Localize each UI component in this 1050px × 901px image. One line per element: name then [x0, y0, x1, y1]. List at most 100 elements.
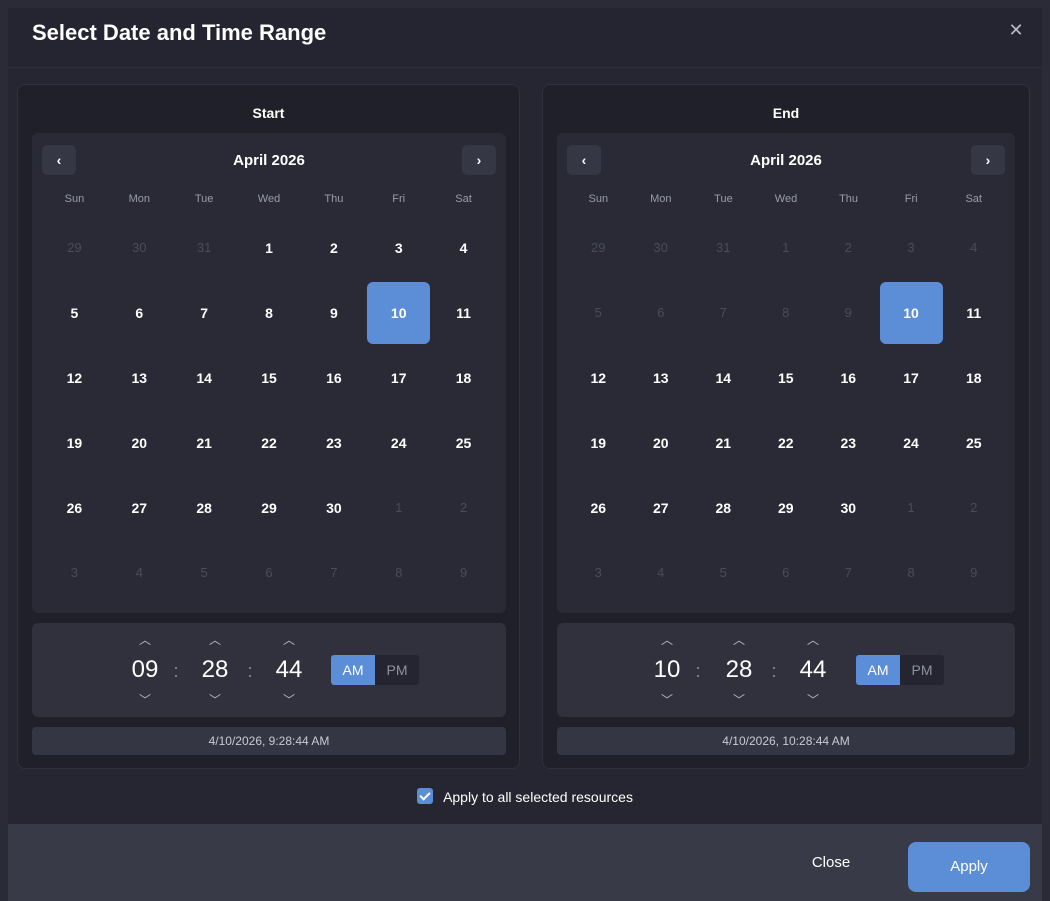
- calendar-day[interactable]: 8: [880, 540, 943, 605]
- calendar-day[interactable]: 27: [107, 475, 172, 540]
- chevron-down-icon[interactable]: ﹀: [647, 691, 687, 709]
- calendar-day[interactable]: 4: [630, 540, 693, 605]
- end-pm-button[interactable]: PM: [900, 655, 944, 685]
- close-button[interactable]: Close: [786, 848, 876, 878]
- chevron-down-icon[interactable]: ﹀: [793, 691, 833, 709]
- calendar-day[interactable]: 5: [567, 280, 630, 345]
- calendar-day[interactable]: 18: [943, 345, 1006, 410]
- calendar-day[interactable]: 19: [567, 410, 630, 475]
- calendar-day[interactable]: 16: [301, 345, 366, 410]
- calendar-day[interactable]: 25: [431, 410, 496, 475]
- calendar-day[interactable]: 29: [237, 475, 302, 540]
- start-selected-day[interactable]: 10: [366, 280, 431, 345]
- calendar-day[interactable]: 30: [630, 215, 693, 280]
- calendar-day[interactable]: 26: [567, 475, 630, 540]
- end-minute-value[interactable]: 28: [719, 649, 759, 691]
- calendar-day[interactable]: 11: [943, 280, 1006, 345]
- calendar-day[interactable]: 29: [567, 215, 630, 280]
- calendar-day[interactable]: 17: [880, 345, 943, 410]
- calendar-day[interactable]: 25: [943, 410, 1006, 475]
- calendar-day[interactable]: 6: [630, 280, 693, 345]
- calendar-day[interactable]: 18: [431, 345, 496, 410]
- calendar-day[interactable]: 5: [172, 540, 237, 605]
- start-second-value[interactable]: 44: [269, 649, 309, 691]
- start-pm-button[interactable]: PM: [375, 655, 419, 685]
- end-next-month-button[interactable]: ›: [971, 145, 1005, 175]
- calendar-day[interactable]: 15: [755, 345, 818, 410]
- calendar-day[interactable]: 19: [42, 410, 107, 475]
- calendar-day[interactable]: 23: [301, 410, 366, 475]
- calendar-day[interactable]: 30: [107, 215, 172, 280]
- start-minute-value[interactable]: 28: [195, 649, 235, 691]
- chevron-up-icon[interactable]: ︿: [647, 631, 687, 649]
- calendar-day[interactable]: 29: [42, 215, 107, 280]
- chevron-up-icon[interactable]: ︿: [269, 631, 309, 649]
- chevron-down-icon[interactable]: ﹀: [719, 691, 759, 709]
- end-second-value[interactable]: 44: [793, 649, 833, 691]
- calendar-day[interactable]: 12: [567, 345, 630, 410]
- chevron-up-icon[interactable]: ︿: [195, 631, 235, 649]
- calendar-day[interactable]: 2: [301, 215, 366, 280]
- calendar-day[interactable]: 3: [366, 215, 431, 280]
- calendar-day[interactable]: 23: [817, 410, 880, 475]
- chevron-down-icon[interactable]: ﹀: [125, 691, 165, 709]
- calendar-day[interactable]: 24: [880, 410, 943, 475]
- chevron-up-icon[interactable]: ︿: [719, 631, 759, 649]
- calendar-day[interactable]: 28: [172, 475, 237, 540]
- calendar-day[interactable]: 27: [630, 475, 693, 540]
- chevron-down-icon[interactable]: ﹀: [195, 691, 235, 709]
- calendar-day[interactable]: 3: [567, 540, 630, 605]
- calendar-day[interactable]: 2: [431, 475, 496, 540]
- start-am-button[interactable]: AM: [331, 655, 375, 685]
- calendar-day[interactable]: 6: [755, 540, 818, 605]
- calendar-day[interactable]: 20: [630, 410, 693, 475]
- calendar-day[interactable]: 6: [107, 280, 172, 345]
- calendar-day[interactable]: 5: [42, 280, 107, 345]
- calendar-day[interactable]: 1: [237, 215, 302, 280]
- calendar-day[interactable]: 14: [692, 345, 755, 410]
- end-hour-value[interactable]: 10: [647, 649, 687, 691]
- start-hour-value[interactable]: 09: [125, 649, 165, 691]
- calendar-day[interactable]: 4: [107, 540, 172, 605]
- calendar-day[interactable]: 21: [172, 410, 237, 475]
- start-next-month-button[interactable]: ›: [462, 145, 496, 175]
- calendar-day[interactable]: 30: [301, 475, 366, 540]
- calendar-day[interactable]: 6: [237, 540, 302, 605]
- calendar-day[interactable]: 5: [692, 540, 755, 605]
- apply-button[interactable]: Apply: [908, 842, 1030, 892]
- calendar-day[interactable]: 20: [107, 410, 172, 475]
- calendar-day[interactable]: 8: [755, 280, 818, 345]
- calendar-day[interactable]: 22: [755, 410, 818, 475]
- calendar-day[interactable]: 15: [237, 345, 302, 410]
- calendar-day[interactable]: 1: [366, 475, 431, 540]
- calendar-day[interactable]: 21: [692, 410, 755, 475]
- calendar-day[interactable]: 12: [42, 345, 107, 410]
- calendar-day[interactable]: 9: [817, 280, 880, 345]
- calendar-day[interactable]: 2: [817, 215, 880, 280]
- calendar-day[interactable]: 13: [107, 345, 172, 410]
- calendar-day[interactable]: 9: [943, 540, 1006, 605]
- calendar-day[interactable]: 31: [692, 215, 755, 280]
- calendar-day[interactable]: 7: [301, 540, 366, 605]
- apply-all-label[interactable]: Apply to all selected resources: [443, 789, 633, 805]
- chevron-up-icon[interactable]: ︿: [793, 631, 833, 649]
- calendar-day[interactable]: 9: [431, 540, 496, 605]
- calendar-day[interactable]: 16: [817, 345, 880, 410]
- calendar-day[interactable]: 4: [943, 215, 1006, 280]
- calendar-day[interactable]: 24: [366, 410, 431, 475]
- calendar-day[interactable]: 26: [42, 475, 107, 540]
- end-am-button[interactable]: AM: [856, 655, 900, 685]
- calendar-day[interactable]: 11: [431, 280, 496, 345]
- calendar-day[interactable]: 14: [172, 345, 237, 410]
- calendar-day[interactable]: 7: [172, 280, 237, 345]
- calendar-day[interactable]: 3: [42, 540, 107, 605]
- calendar-day[interactable]: 7: [692, 280, 755, 345]
- calendar-day[interactable]: 1: [755, 215, 818, 280]
- calendar-day[interactable]: 28: [692, 475, 755, 540]
- chevron-down-icon[interactable]: ﹀: [269, 691, 309, 709]
- calendar-day[interactable]: 17: [366, 345, 431, 410]
- chevron-up-icon[interactable]: ︿: [125, 631, 165, 649]
- calendar-day[interactable]: 7: [817, 540, 880, 605]
- close-icon[interactable]: ✕: [1006, 20, 1026, 40]
- calendar-day[interactable]: 8: [366, 540, 431, 605]
